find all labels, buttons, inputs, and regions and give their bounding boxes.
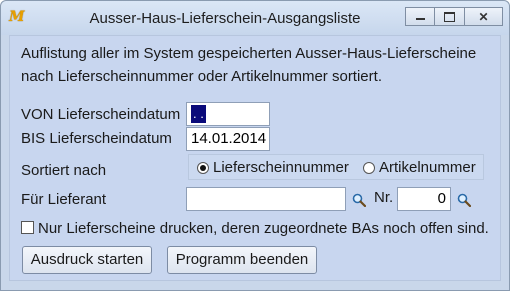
nr-search-icon[interactable]	[457, 193, 471, 207]
nr-label: Nr.	[374, 189, 394, 206]
von-date-value: . .	[191, 105, 206, 123]
sort-radio-group: Lieferscheinnummer Artikelnummer	[188, 154, 484, 180]
bis-date-field[interactable]: 14.01.2014	[186, 127, 270, 151]
close-button[interactable]: ✕	[465, 7, 503, 26]
von-date-label: VON Lieferscheindatum	[21, 106, 181, 123]
maximize-icon	[444, 11, 455, 22]
radio-unselected-icon	[363, 161, 375, 174]
radio-lieferscheinnummer-label: Lieferscheinnummer	[213, 159, 349, 176]
radio-selected-icon	[197, 161, 209, 174]
lieferant-label: Für Lieferant	[21, 191, 107, 208]
open-ba-checkbox-label: Nur Lieferscheine drucken, deren zugeord…	[38, 220, 489, 237]
radio-artikelnummer[interactable]: Artikelnummer	[363, 159, 476, 176]
nr-input[interactable]: 0	[397, 187, 451, 211]
dialog-window: M Ausser-Haus-Lieferschein-Ausgangsliste…	[0, 0, 510, 291]
radio-artikelnummer-label: Artikelnummer	[379, 159, 476, 176]
end-program-button[interactable]: Programm beenden	[167, 246, 317, 274]
form-panel: Auflistung aller im System gespeicherten…	[9, 35, 501, 281]
description-text: Auflistung aller im System gespeicherten…	[21, 45, 477, 85]
radio-lieferscheinnummer[interactable]: Lieferscheinnummer	[197, 159, 349, 176]
close-icon: ✕	[478, 9, 489, 24]
bis-date-label: BIS Lieferscheindatum	[21, 130, 172, 147]
lieferant-input[interactable]	[186, 187, 346, 211]
open-ba-checkbox[interactable]	[21, 221, 34, 234]
start-print-button[interactable]: Ausdruck starten	[22, 246, 152, 274]
title-bar[interactable]: M Ausser-Haus-Lieferschein-Ausgangsliste…	[1, 1, 509, 35]
von-date-field[interactable]: . .	[186, 102, 270, 126]
client-area: Auflistung aller im System gespeicherten…	[9, 35, 501, 281]
lieferant-search-icon[interactable]	[352, 193, 366, 207]
sort-label: Sortiert nach	[21, 162, 107, 179]
minimize-icon	[415, 18, 425, 20]
minimize-button[interactable]	[405, 7, 435, 26]
window-controls: ✕	[405, 7, 503, 26]
maximize-button[interactable]	[435, 7, 465, 26]
